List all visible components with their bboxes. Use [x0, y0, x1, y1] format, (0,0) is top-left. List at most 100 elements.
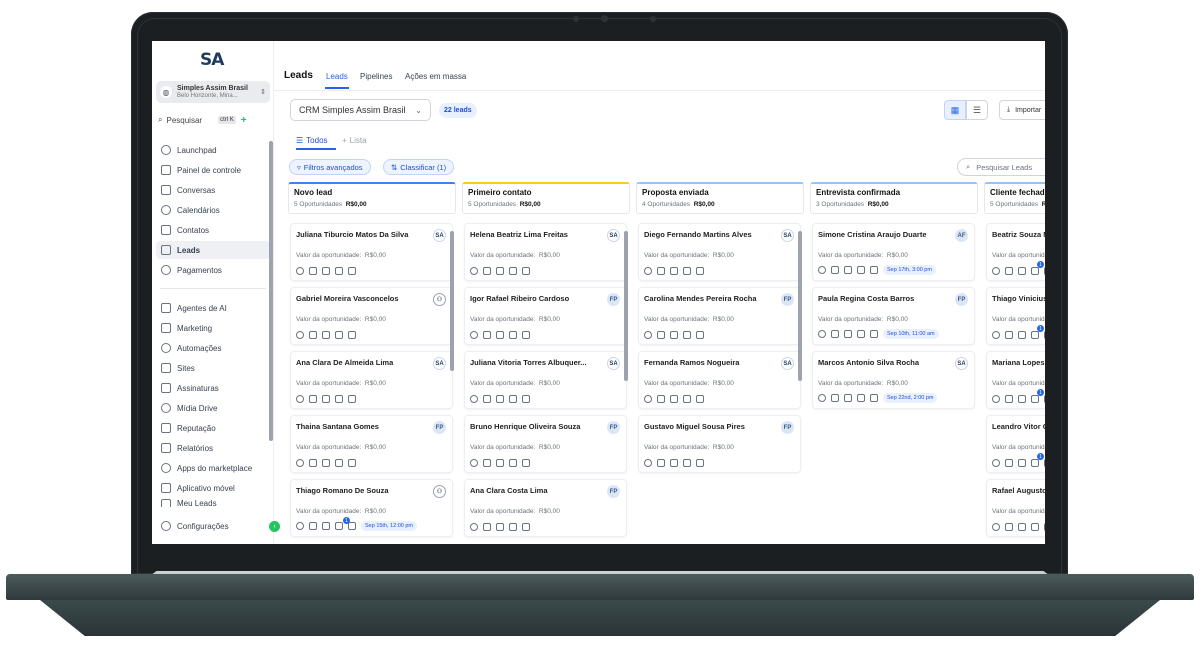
task-icon[interactable] [509, 523, 517, 531]
note-icon[interactable] [496, 459, 504, 467]
calendar-icon[interactable] [1044, 395, 1045, 403]
list-view-icon[interactable]: ☰ [966, 100, 988, 120]
tab-pipelines[interactable]: Pipelines [360, 72, 392, 81]
note-icon[interactable] [322, 267, 330, 275]
task-icon[interactable] [509, 459, 517, 467]
assignee-avatar[interactable]: SA [955, 357, 968, 370]
chat-icon[interactable] [296, 522, 304, 530]
note-icon[interactable] [844, 266, 852, 274]
chat-icon[interactable] [644, 395, 652, 403]
assignee-avatar[interactable]: SA [607, 357, 620, 370]
tag-icon[interactable] [483, 523, 491, 531]
sidebar-item-calendarios[interactable]: Calendários [156, 201, 270, 219]
calendar-icon[interactable] [696, 331, 704, 339]
assignee-avatar[interactable]: SA [433, 357, 446, 370]
tab-leads[interactable]: Leads [326, 72, 348, 81]
sidebar-item-reputacao[interactable]: Reputação [156, 419, 270, 437]
tag-icon[interactable] [483, 459, 491, 467]
search-leads-input[interactable]: ⌕ Pesquisar Leads [957, 158, 1045, 176]
chat-icon[interactable] [470, 267, 478, 275]
task-icon[interactable] [857, 394, 865, 402]
chat-icon[interactable] [470, 459, 478, 467]
task-icon[interactable] [509, 331, 517, 339]
chat-icon[interactable] [818, 394, 826, 402]
subtab-list[interactable]: + Lista [342, 136, 367, 145]
lead-card[interactable]: Fernanda Ramos Nogueira Valor da oportuni… [638, 351, 801, 409]
task-icon[interactable] [335, 331, 343, 339]
appointment-date-badge[interactable]: Sep 17th, 3:00 pm [883, 265, 936, 275]
tag-icon[interactable] [1005, 395, 1013, 403]
sidebar-scrollbar[interactable] [269, 141, 273, 441]
calendar-icon[interactable] [696, 459, 704, 467]
sidebar-item-aplicativo-movel[interactable]: Aplicativo móvel [156, 479, 270, 497]
note-icon[interactable] [670, 267, 678, 275]
tag-icon[interactable] [309, 395, 317, 403]
tag-icon[interactable] [831, 394, 839, 402]
chat-icon[interactable] [470, 523, 478, 531]
calendar-icon[interactable] [1044, 459, 1045, 467]
chat-icon[interactable] [296, 331, 304, 339]
sidebar-item-leads[interactable]: Leads [156, 241, 270, 259]
assignee-avatar[interactable]: FP [781, 421, 794, 434]
note-icon[interactable] [322, 331, 330, 339]
chat-icon[interactable] [992, 267, 1000, 275]
lead-card[interactable]: Juliana Vitoria Torres Albuquer... Valor … [464, 351, 627, 409]
task-icon[interactable] [683, 331, 691, 339]
tag-icon[interactable] [657, 395, 665, 403]
note-icon[interactable] [322, 522, 330, 530]
note-icon[interactable] [844, 330, 852, 338]
note-icon[interactable] [496, 395, 504, 403]
chat-icon[interactable] [470, 395, 478, 403]
chat-icon[interactable] [644, 459, 652, 467]
assignee-avatar[interactable]: ⚇ [433, 485, 446, 498]
note-icon[interactable] [844, 394, 852, 402]
task-icon[interactable] [509, 267, 517, 275]
chat-icon[interactable] [992, 395, 1000, 403]
task-icon[interactable] [857, 330, 865, 338]
sidebar-item-agentes-de-ai[interactable]: Agentes de AI [156, 299, 270, 317]
import-button[interactable]: ⤓ Importar [999, 100, 1045, 120]
lead-card[interactable]: Beatriz Souza M Valor da oportunidade: R$… [986, 223, 1045, 281]
sidebar-item-pagamentos[interactable]: Pagamentos [156, 261, 270, 279]
lead-card[interactable]: Leandro Vitor G Valor da oportunidade: R$… [986, 415, 1045, 473]
chat-icon[interactable] [296, 267, 304, 275]
chat-icon[interactable] [992, 331, 1000, 339]
task-icon[interactable] [335, 459, 343, 467]
note-icon[interactable] [322, 395, 330, 403]
column-scrollbar[interactable] [624, 231, 628, 381]
tag-icon[interactable] [657, 267, 665, 275]
lead-card[interactable]: Diego Fernando Martins Alves Valor da opo… [638, 223, 801, 281]
tag-icon[interactable] [831, 330, 839, 338]
tag-icon[interactable] [1005, 459, 1013, 467]
assignee-avatar[interactable]: AF [955, 229, 968, 242]
task-icon[interactable] [335, 267, 343, 275]
assignee-avatar[interactable]: FP [607, 293, 620, 306]
calendar-icon[interactable] [348, 267, 356, 275]
note-icon[interactable] [496, 331, 504, 339]
chat-icon[interactable] [296, 459, 304, 467]
calendar-icon[interactable] [348, 522, 356, 530]
task-icon[interactable] [1031, 267, 1039, 275]
lead-card[interactable]: Igor Rafael Ribeiro Cardoso Valor da opor… [464, 287, 627, 345]
calendar-icon[interactable] [348, 395, 356, 403]
chat-icon[interactable] [470, 331, 478, 339]
tag-icon[interactable] [657, 459, 665, 467]
tag-icon[interactable] [309, 459, 317, 467]
chat-icon[interactable] [296, 395, 304, 403]
tag-icon[interactable] [309, 331, 317, 339]
note-icon[interactable] [670, 331, 678, 339]
tag-icon[interactable] [309, 522, 317, 530]
chat-icon[interactable] [992, 523, 1000, 531]
sidebar-item-contatos[interactable]: Contatos [156, 221, 270, 239]
appointment-date-badge[interactable]: Sep 10th, 11:00 am [883, 329, 939, 339]
lead-card[interactable]: Paula Regina Costa Barros Valor da oportu… [812, 287, 975, 345]
note-icon[interactable] [1018, 523, 1026, 531]
sidebar-item-sites[interactable]: Sites [156, 359, 270, 377]
account-switcher[interactable]: ◍ Simples Assim Brasil Belo Horizonte, M… [156, 81, 270, 103]
lead-card[interactable]: Simone Cristina Araujo Duarte Valor da op… [812, 223, 975, 281]
assignee-avatar[interactable]: SA [433, 229, 446, 242]
tag-icon[interactable] [1005, 267, 1013, 275]
calendar-icon[interactable] [870, 266, 878, 274]
note-icon[interactable] [496, 267, 504, 275]
calendar-icon[interactable] [522, 459, 530, 467]
